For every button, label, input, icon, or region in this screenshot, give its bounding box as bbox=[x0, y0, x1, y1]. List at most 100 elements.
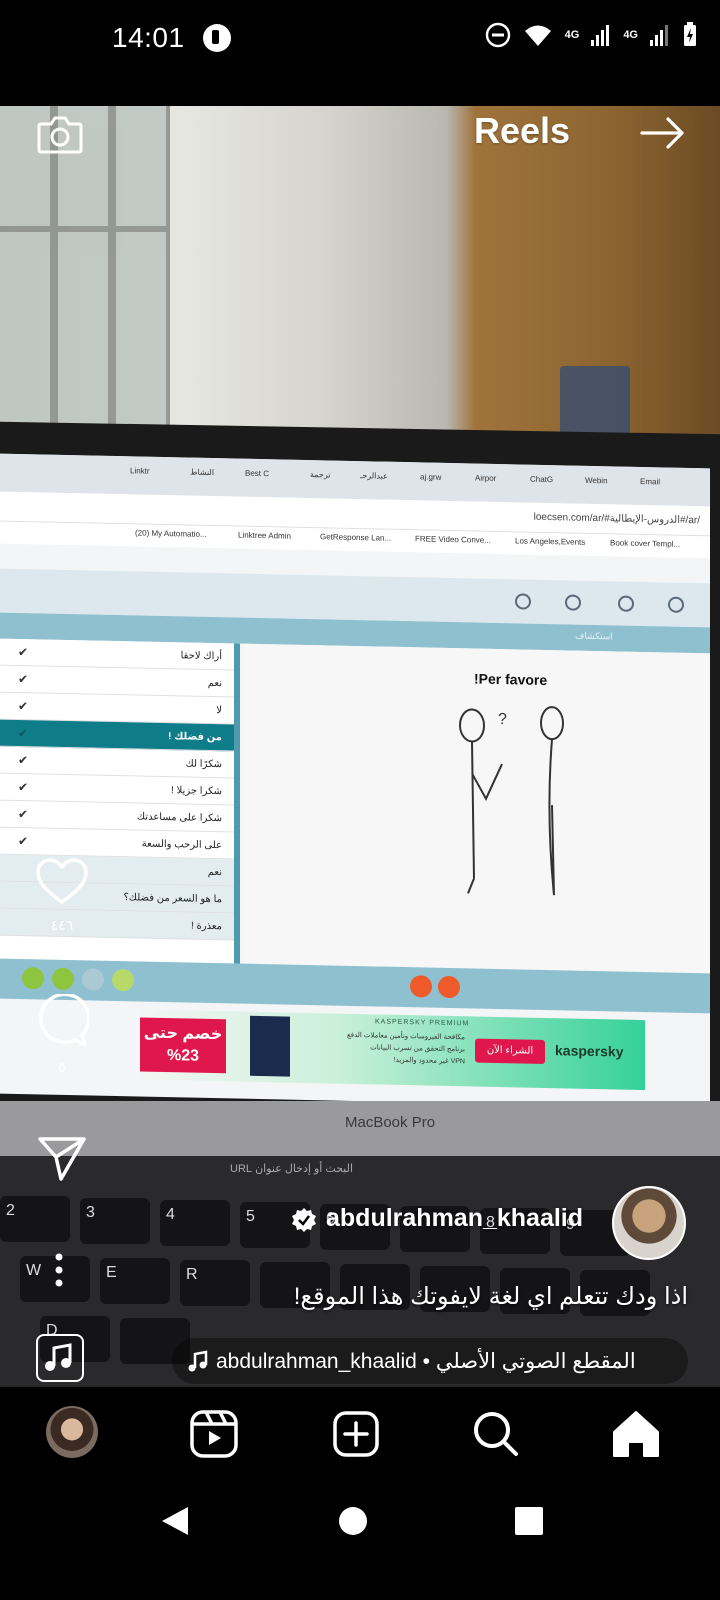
arrow-right-icon[interactable] bbox=[640, 115, 686, 151]
list-item-text: من فضلك ! bbox=[168, 731, 222, 744]
more-options-icon[interactable] bbox=[54, 1252, 64, 1288]
like-action[interactable]: ٤٤٦ bbox=[34, 858, 90, 934]
status-time: 14:01 bbox=[112, 22, 185, 53]
ad-bullets: مكافحة الفيروسات وتأمين معاملات الدفع بر… bbox=[315, 1029, 465, 1068]
send-icon[interactable] bbox=[37, 1136, 87, 1182]
ad-brand-label: KASPERSKY PREMIUM bbox=[375, 1018, 470, 1028]
browser-url: loecsen.com/ar/#الدروس-الإيطالية#/ar/ bbox=[533, 511, 700, 527]
check-icon: ✔ bbox=[18, 725, 29, 741]
browser-tab: Airpor bbox=[475, 473, 497, 483]
clock-icon bbox=[668, 596, 684, 613]
check-icon: ✔ bbox=[18, 671, 29, 687]
headphones-icon bbox=[410, 975, 432, 998]
share-icon bbox=[515, 593, 531, 610]
battery-charging-icon bbox=[684, 22, 696, 46]
author-avatar[interactable] bbox=[612, 1186, 686, 1260]
check-icon: ✔ bbox=[18, 752, 29, 768]
list-item-text: معذرة ! bbox=[190, 920, 222, 933]
forward-icon bbox=[52, 967, 74, 991]
bookmark: Linktree Admin bbox=[238, 530, 291, 541]
check-icon: ✔ bbox=[18, 806, 29, 822]
bookmark: Book cover Templ... bbox=[610, 538, 681, 549]
video-window bbox=[0, 106, 170, 426]
touchbar-text: البحث أو إدخال عنوان URL bbox=[230, 1163, 354, 1175]
wifi-icon bbox=[524, 25, 551, 46]
comment-icon[interactable] bbox=[35, 992, 91, 1048]
list-item-text: على الرحب والسعة bbox=[141, 838, 222, 852]
list-item-text: ما هو السعر من فضلك؟ bbox=[123, 892, 222, 906]
browser-tab: عبدالرحـ bbox=[360, 471, 388, 481]
dnd-icon bbox=[485, 22, 510, 48]
ad-discount-text: خصم حتى bbox=[143, 1024, 223, 1044]
ad-discount: خصم حتى %23 bbox=[140, 1017, 226, 1074]
page-title: Reels bbox=[474, 110, 571, 151]
bookmark: GetResponse Lan... bbox=[320, 532, 392, 543]
play-icon bbox=[82, 968, 104, 991]
network-type-1: 4G bbox=[564, 29, 580, 41]
like-count: ٤٤٦ bbox=[50, 917, 74, 933]
check-icon: ✔ bbox=[18, 779, 29, 795]
keyboard-key: 2 bbox=[0, 1196, 70, 1242]
ad-cta: الشراء الآن bbox=[475, 1038, 545, 1064]
list-item-text: شكرا جزيلا ! bbox=[171, 785, 222, 798]
audio-thumbnail[interactable] bbox=[36, 1334, 84, 1382]
verified-badge-icon bbox=[292, 1208, 316, 1232]
download-icon bbox=[618, 595, 634, 612]
video-background-room bbox=[0, 106, 720, 436]
bookmark: FREE Video Conve... bbox=[415, 534, 491, 545]
info-icon bbox=[112, 968, 134, 992]
share-action[interactable] bbox=[34, 1136, 90, 1187]
home-tab-icon[interactable] bbox=[608, 1406, 664, 1462]
browser-tab: ترجمة bbox=[310, 470, 331, 480]
ad-bullet: VPN غير محدود والمزيد! bbox=[393, 1056, 465, 1066]
music-note-icon bbox=[45, 1343, 72, 1371]
status-icons: 4G 4G bbox=[485, 22, 698, 48]
search-tab-icon[interactable] bbox=[468, 1406, 524, 1462]
laptop-screen: Linktr النشاط Best C ترجمة عبدالرحـ aj.g… bbox=[0, 453, 710, 1109]
post-caption[interactable]: اذا ودك تتعلم اي لغة لايفوتك هذا الموقع! bbox=[294, 1282, 688, 1311]
keyboard-key: R bbox=[180, 1260, 250, 1306]
microphone-icon bbox=[438, 975, 460, 999]
camera-icon[interactable] bbox=[37, 114, 83, 154]
browser-tab: Linktr bbox=[130, 466, 150, 476]
list-item-text: شكرًا لك bbox=[185, 758, 222, 771]
music-note-icon bbox=[188, 1350, 208, 1372]
profile-tab[interactable] bbox=[46, 1406, 98, 1458]
kaspersky-ad: خصم حتى %23 KASPERSKY PREMIUM مكافحة الف… bbox=[135, 1009, 645, 1091]
home-icon[interactable] bbox=[337, 1505, 369, 1537]
browser-tab: Webin bbox=[585, 475, 608, 486]
graduation-icon bbox=[565, 594, 581, 611]
lesson-panel: !Per favore ? bbox=[244, 643, 710, 974]
laptop-bezel bbox=[0, 1101, 720, 1161]
check-icon: ✔ bbox=[18, 833, 29, 849]
notification-app-icon bbox=[203, 24, 231, 52]
check-icon: ✔ bbox=[18, 644, 29, 660]
author-username[interactable]: abdulrahman_khaalid bbox=[326, 1204, 583, 1233]
ad-product-box bbox=[250, 1015, 290, 1077]
rewind-icon bbox=[22, 967, 44, 990]
keyboard-key: 4 bbox=[160, 1200, 230, 1246]
browser-tab: aj.grw bbox=[420, 472, 442, 482]
reels-tab-icon[interactable] bbox=[186, 1406, 242, 1462]
keyboard-key: 3 bbox=[80, 1198, 150, 1244]
back-icon[interactable] bbox=[158, 1503, 194, 1539]
bookmark: Los Angeles,Events bbox=[515, 536, 586, 547]
audio-attribution[interactable]: abdulrahman_khaalid • المقطع الصوتي الأص… bbox=[172, 1338, 688, 1384]
list-item-text: أراك لاحقا bbox=[180, 650, 222, 663]
video-object bbox=[560, 366, 630, 436]
reel-video[interactable]: Linktr النشاط Best C ترجمة عبدالرحـ aj.g… bbox=[0, 106, 720, 1386]
lesson-title: !Per favore bbox=[474, 670, 548, 689]
status-bar: 14:01 4G 4G bbox=[0, 0, 720, 80]
create-tab-icon[interactable] bbox=[328, 1406, 384, 1462]
recents-icon[interactable] bbox=[513, 1505, 545, 1537]
heart-icon[interactable] bbox=[35, 858, 89, 906]
list-item-text: نعم bbox=[207, 866, 222, 879]
list-item-text: لا bbox=[216, 705, 222, 717]
network-type-2: 4G bbox=[623, 29, 638, 41]
bookmark: (20) My Automatio... bbox=[135, 528, 207, 539]
check-icon: ✔ bbox=[18, 698, 29, 714]
browser-tab: Best C bbox=[245, 468, 270, 479]
list-item-text: نعم bbox=[207, 677, 222, 690]
comment-action[interactable]: ٥ bbox=[34, 992, 91, 1076]
ad-discount-value: %23 bbox=[166, 1047, 200, 1065]
